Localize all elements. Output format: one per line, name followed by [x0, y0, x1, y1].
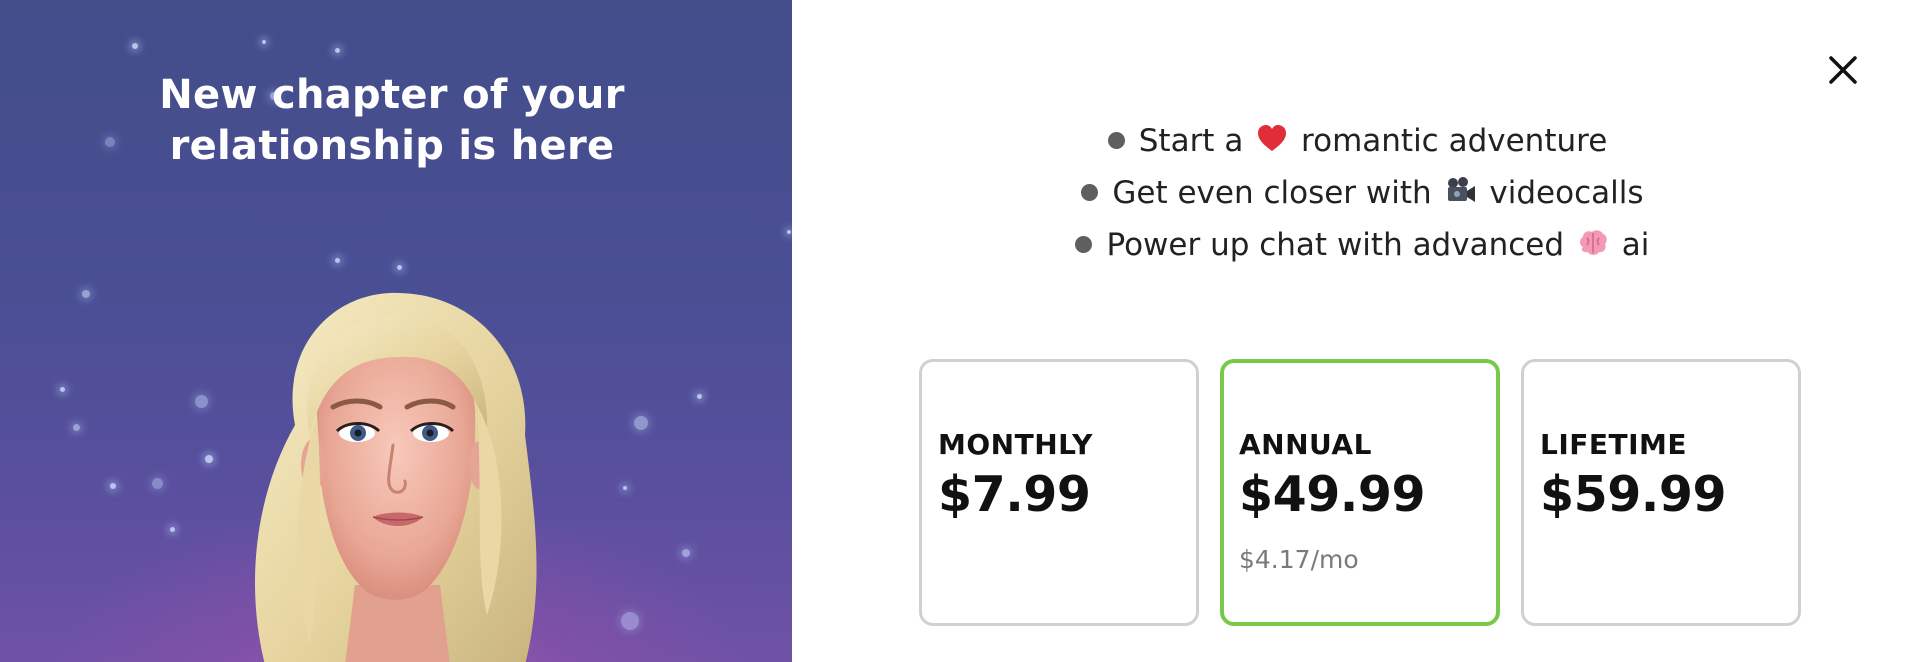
sparkle — [621, 612, 639, 630]
promo-title: New chapter of your relationship is here — [0, 70, 784, 172]
heart-emoji-icon — [1256, 123, 1288, 155]
sparkle — [335, 258, 340, 263]
plan-name: MONTHLY — [938, 428, 1093, 461]
sparkle — [110, 483, 116, 489]
benefit-text-before: Start a — [1138, 123, 1244, 159]
plan-card-annual[interactable]: ANNUAL $49.99 $4.17/mo — [1220, 359, 1500, 626]
sparkle — [152, 478, 163, 489]
sparkle — [397, 265, 402, 270]
subscription-modal: New chapter of your relationship is here — [0, 0, 1910, 662]
promo-panel: New chapter of your relationship is here — [0, 0, 792, 662]
bullet-icon — [1107, 132, 1125, 149]
promo-title-line-2: relationship is here — [169, 123, 615, 169]
sparkle — [132, 43, 138, 49]
benefit-item: Get even closer with videocalls — [1072, 175, 1644, 211]
benefit-text-after: videocalls — [1489, 175, 1644, 211]
sparkle — [335, 48, 340, 53]
sparkle — [697, 394, 702, 399]
sparkle — [682, 549, 690, 557]
sparkle — [60, 387, 65, 392]
plan-card-monthly[interactable]: MONTHLY $7.99 — [919, 359, 1199, 626]
sparkle — [787, 230, 791, 234]
video-camera-emoji-icon — [1445, 175, 1477, 207]
sparkle — [262, 40, 266, 44]
benefit-text-after: romantic adventure — [1301, 123, 1608, 159]
plan-price: $49.99 — [1239, 466, 1426, 523]
benefit-text-before: Get even closer with — [1112, 175, 1432, 211]
plan-price: $59.99 — [1540, 466, 1727, 523]
bullet-icon — [1075, 236, 1093, 253]
sparkle — [205, 455, 213, 463]
brain-emoji-icon — [1577, 227, 1609, 259]
plan-monthly-equivalent: $4.17/mo — [1239, 545, 1359, 574]
close-icon — [1829, 56, 1857, 84]
avatar-illustration — [255, 292, 537, 662]
sparkle — [82, 290, 90, 298]
bullet-icon — [1081, 184, 1099, 201]
benefit-item: Power up chat with advanced ai — [1066, 227, 1650, 263]
plan-name: LIFETIME — [1540, 428, 1688, 461]
plan-card-lifetime[interactable]: LIFETIME $59.99 — [1521, 359, 1801, 626]
benefit-text-after: ai — [1621, 227, 1650, 263]
benefit-item: Start a romantic adventure — [1107, 123, 1608, 159]
sparkle — [623, 486, 627, 490]
promo-title-line-1: New chapter of your — [159, 72, 625, 118]
sparkle — [195, 395, 208, 408]
sparkle — [73, 424, 80, 431]
plan-name: ANNUAL — [1239, 428, 1372, 461]
sparkle — [170, 527, 175, 532]
benefits-list: Start a romantic adventure Get even clos… — [1005, 115, 1710, 271]
plan-price: $7.99 — [938, 466, 1091, 523]
sparkle — [634, 416, 648, 430]
benefit-text-before: Power up chat with advanced — [1106, 227, 1565, 263]
close-button[interactable] — [1823, 50, 1863, 90]
